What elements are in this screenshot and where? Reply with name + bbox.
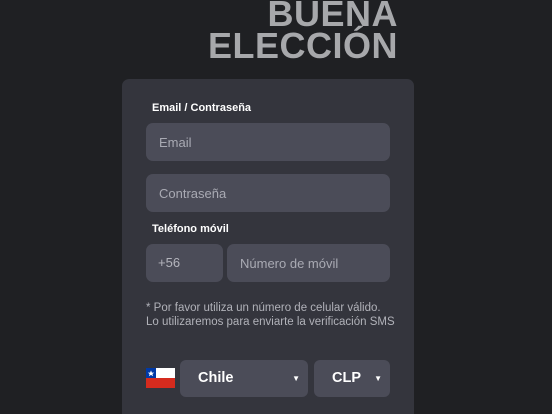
sms-verification-note: * Por favor utiliza un número de celular…	[146, 302, 395, 328]
chile-flag-icon	[146, 368, 175, 388]
chevron-down-icon: ▼	[374, 374, 382, 383]
currency-select[interactable]: CLP ▼	[314, 360, 390, 397]
password-input[interactable]	[146, 174, 390, 212]
phone-number-input[interactable]	[227, 244, 390, 282]
registration-page: BUENA ELECCIÓN Email / Contraseña Teléfo…	[0, 0, 552, 414]
country-select-value: Chile	[198, 370, 234, 386]
headline-line-2: ELECCIÓN	[207, 25, 398, 66]
phone-prefix-field[interactable]: +56	[146, 244, 223, 282]
email-input[interactable]	[146, 123, 390, 161]
country-select[interactable]: Chile ▼	[180, 360, 308, 397]
phone-label: Teléfono móvil	[152, 223, 229, 235]
email-password-label: Email / Contraseña	[152, 102, 252, 114]
promo-headline: BUENA ELECCIÓN	[207, 0, 398, 66]
registration-form-card: Email / Contraseña Teléfono móvil +56 * …	[122, 79, 414, 414]
currency-select-value: CLP	[332, 370, 361, 386]
chevron-down-icon: ▼	[292, 374, 300, 383]
